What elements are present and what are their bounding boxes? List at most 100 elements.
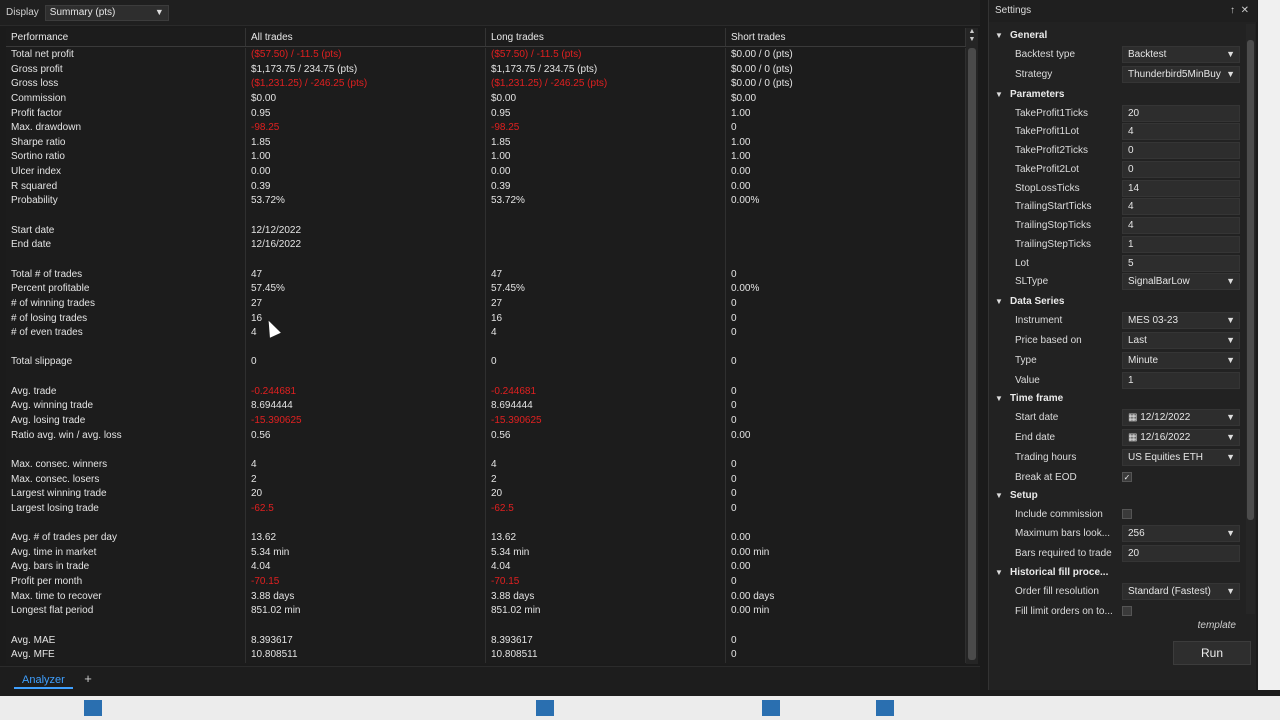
- column-header-short-trades[interactable]: Short trades: [726, 28, 966, 46]
- table-row[interactable]: Probability 53.72% 53.72% 0.00%: [6, 194, 966, 210]
- template-link[interactable]: template: [1198, 620, 1236, 631]
- table-row[interactable]: [6, 443, 966, 458]
- property-date-picker[interactable]: ▦ 12/16/2022 ▼: [1122, 429, 1240, 447]
- table-row[interactable]: [6, 340, 966, 356]
- table-row[interactable]: Largest losing trade -62.5 -62.5 0: [6, 501, 966, 517]
- table-row[interactable]: Start date 12/12/2022: [6, 223, 966, 239]
- settings-scrollbar[interactable]: [1246, 24, 1255, 614]
- run-button[interactable]: Run: [1173, 641, 1251, 665]
- property-input[interactable]: 4: [1122, 198, 1240, 216]
- table-row[interactable]: [6, 209, 966, 224]
- column-header-all-trades[interactable]: All trades: [246, 28, 486, 46]
- property-select[interactable]: Last ▼: [1122, 331, 1240, 349]
- table-row[interactable]: Avg. bars in trade 4.04 4.04 0.00: [6, 560, 966, 576]
- collapse-arrow-icon[interactable]: ▼: [995, 292, 1003, 311]
- property-date-picker[interactable]: ▦ 12/12/2022 ▼: [1122, 409, 1240, 427]
- settings-category[interactable]: ▼ Parameters: [989, 85, 1247, 104]
- property-select[interactable]: Standard (Fastest) ▼: [1122, 582, 1240, 600]
- settings-scrollbar-thumb[interactable]: [1247, 40, 1254, 520]
- property-input[interactable]: 14: [1122, 179, 1240, 197]
- table-row[interactable]: Percent profitable 57.45% 57.45% 0.00%: [6, 282, 966, 297]
- table-row[interactable]: Avg. MAE 8.393617 8.393617 0: [6, 633, 966, 649]
- table-row[interactable]: Total slippage 0 0 0: [6, 355, 966, 371]
- table-row[interactable]: R squared 0.39 0.39 0.00: [6, 179, 966, 195]
- table-row[interactable]: End date 12/16/2022: [6, 238, 966, 253]
- table-row[interactable]: Avg. time in market 5.34 min 5.34 min 0.00 …: [6, 545, 966, 561]
- add-tab-button[interactable]: +: [80, 670, 96, 688]
- table-row[interactable]: Max. consec. winners 4 4 0: [6, 457, 966, 473]
- property-select[interactable]: 256 ▼: [1122, 525, 1240, 543]
- taskbar-app-icon[interactable]: [762, 700, 780, 716]
- scrollbar-thumb[interactable]: [968, 48, 976, 660]
- property-select[interactable]: SignalBarLow ▼: [1122, 273, 1240, 291]
- property-input[interactable]: 5: [1122, 254, 1240, 272]
- taskbar-app-icon[interactable]: [536, 700, 554, 716]
- property-input[interactable]: 1: [1122, 235, 1240, 253]
- property-input[interactable]: 20: [1122, 545, 1240, 562]
- settings-category[interactable]: ▼ Data Series: [989, 292, 1247, 311]
- table-row[interactable]: [6, 252, 966, 268]
- settings-category[interactable]: ▼ General: [989, 26, 1247, 45]
- tab-analyzer[interactable]: Analyzer: [14, 671, 73, 689]
- display-select[interactable]: Summary (pts) ▼: [44, 4, 169, 21]
- table-row[interactable]: # of winning trades 27 27 0: [6, 296, 966, 312]
- table-row[interactable]: [6, 618, 966, 634]
- collapse-arrow-icon[interactable]: ▼: [995, 85, 1003, 104]
- column-header-performance[interactable]: Performance: [6, 28, 246, 46]
- table-row[interactable]: Max. drawdown -98.25 -98.25 0: [6, 121, 966, 136]
- table-row[interactable]: Gross loss ($1,231.25) / -246.25 (pts) ($1…: [6, 77, 966, 92]
- table-row[interactable]: [6, 516, 966, 532]
- table-row[interactable]: Commission $0.00 $0.00 $0.00: [6, 91, 966, 107]
- table-row[interactable]: Total # of trades 47 47 0: [6, 267, 966, 283]
- property-select[interactable]: Thunderbird5MinBuy ▼: [1122, 65, 1240, 83]
- table-row[interactable]: Avg. # of trades per day 13.62 13.62 0.00: [6, 531, 966, 546]
- property-input[interactable]: 1: [1122, 371, 1240, 389]
- close-icon[interactable]: ✕: [1241, 0, 1249, 22]
- collapse-arrow-icon[interactable]: ▼: [995, 563, 1003, 582]
- table-row[interactable]: Avg. losing trade -15.390625 -15.390625 0: [6, 414, 966, 429]
- table-row[interactable]: Total net profit ($57.50) / -11.5 (pts) ($…: [6, 48, 966, 63]
- collapse-arrow-icon[interactable]: ▼: [995, 26, 1003, 45]
- property-input[interactable]: 4: [1122, 123, 1240, 141]
- table-row[interactable]: Max. time to recover 3.88 days 3.88 days 0.…: [6, 589, 966, 605]
- table-row[interactable]: Ratio avg. win / avg. loss 0.56 0.56 0.00: [6, 428, 966, 444]
- table-row[interactable]: Largest winning trade 20 20 0: [6, 487, 966, 502]
- scroll-up-icon[interactable]: ▲: [968, 28, 976, 35]
- column-header-long-trades[interactable]: Long trades: [486, 28, 726, 46]
- property-select[interactable]: US Equities ETH ▼: [1122, 448, 1240, 466]
- table-row[interactable]: Sortino ratio 1.00 1.00 1.00: [6, 150, 966, 166]
- table-row[interactable]: Avg. winning trade 8.694444 8.694444 0: [6, 399, 966, 415]
- taskbar-app-icon[interactable]: [84, 700, 102, 716]
- property-select[interactable]: Minute ▼: [1122, 351, 1240, 369]
- table-row[interactable]: Avg. trade -0.244681 -0.244681 0: [6, 384, 966, 400]
- property-checkbox[interactable]: ✓: [1122, 471, 1132, 482]
- table-row[interactable]: Avg. MFE 10.808511 10.808511 0: [6, 648, 966, 663]
- table-row[interactable]: # of even trades 4 4 0: [6, 326, 966, 341]
- table-row[interactable]: Profit per month -70.15 -70.15 0: [6, 575, 966, 590]
- settings-category[interactable]: ▼ Historical fill proce...: [989, 563, 1247, 582]
- property-checkbox[interactable]: [1122, 605, 1132, 616]
- table-row[interactable]: Gross profit $1,173.75 / 234.75 (pts) $1,1…: [6, 62, 966, 78]
- property-select[interactable]: MES 03-23 ▼: [1122, 312, 1240, 330]
- property-input[interactable]: 20: [1122, 104, 1240, 122]
- collapse-arrow-icon[interactable]: ▼: [995, 389, 1003, 408]
- property-input[interactable]: 4: [1122, 217, 1240, 235]
- grid-scrollbar[interactable]: ▲ ▼: [966, 28, 978, 664]
- table-row[interactable]: # of losing trades 16 16 0: [6, 311, 966, 327]
- property-select[interactable]: Backtest ▼: [1122, 46, 1240, 63]
- collapse-arrow-icon[interactable]: ▼: [995, 486, 1003, 505]
- table-row[interactable]: [6, 370, 966, 385]
- settings-category[interactable]: ▼ Setup: [989, 486, 1247, 505]
- property-input[interactable]: 0: [1122, 160, 1240, 178]
- settings-category[interactable]: ▼ Time frame: [989, 389, 1247, 408]
- property-checkbox[interactable]: [1122, 509, 1132, 520]
- pin-icon[interactable]: ↑: [1230, 0, 1235, 22]
- table-row[interactable]: Longest flat period 851.02 min 851.02 min 0…: [6, 604, 966, 619]
- table-row[interactable]: Max. consec. losers 2 2 0: [6, 472, 966, 488]
- taskbar-app-icon[interactable]: [876, 700, 894, 716]
- scroll-down-icon[interactable]: ▼: [968, 36, 976, 43]
- property-input[interactable]: 0: [1122, 142, 1240, 160]
- table-row[interactable]: Ulcer index 0.00 0.00 0.00: [6, 165, 966, 180]
- table-row[interactable]: Sharpe ratio 1.85 1.85 1.00: [6, 135, 966, 151]
- table-row[interactable]: Profit factor 0.95 0.95 1.00: [6, 106, 966, 122]
